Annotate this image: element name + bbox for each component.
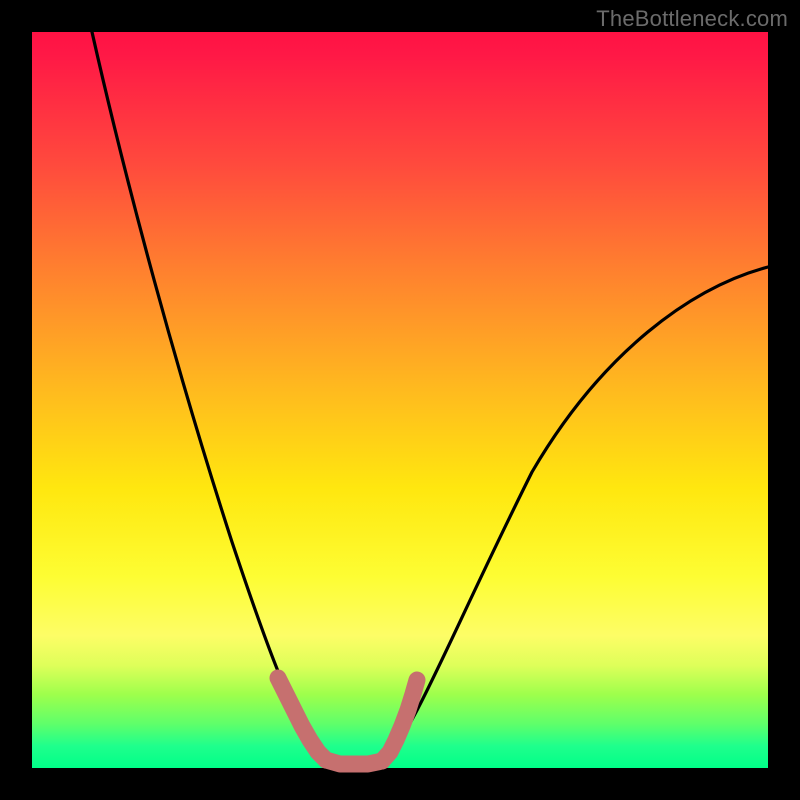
bottleneck-curve xyxy=(92,32,768,766)
valley-highlight xyxy=(278,678,417,764)
outer-frame: TheBottleneck.com xyxy=(0,0,800,800)
watermark-text: TheBottleneck.com xyxy=(596,6,788,32)
curve-layer xyxy=(32,32,768,768)
